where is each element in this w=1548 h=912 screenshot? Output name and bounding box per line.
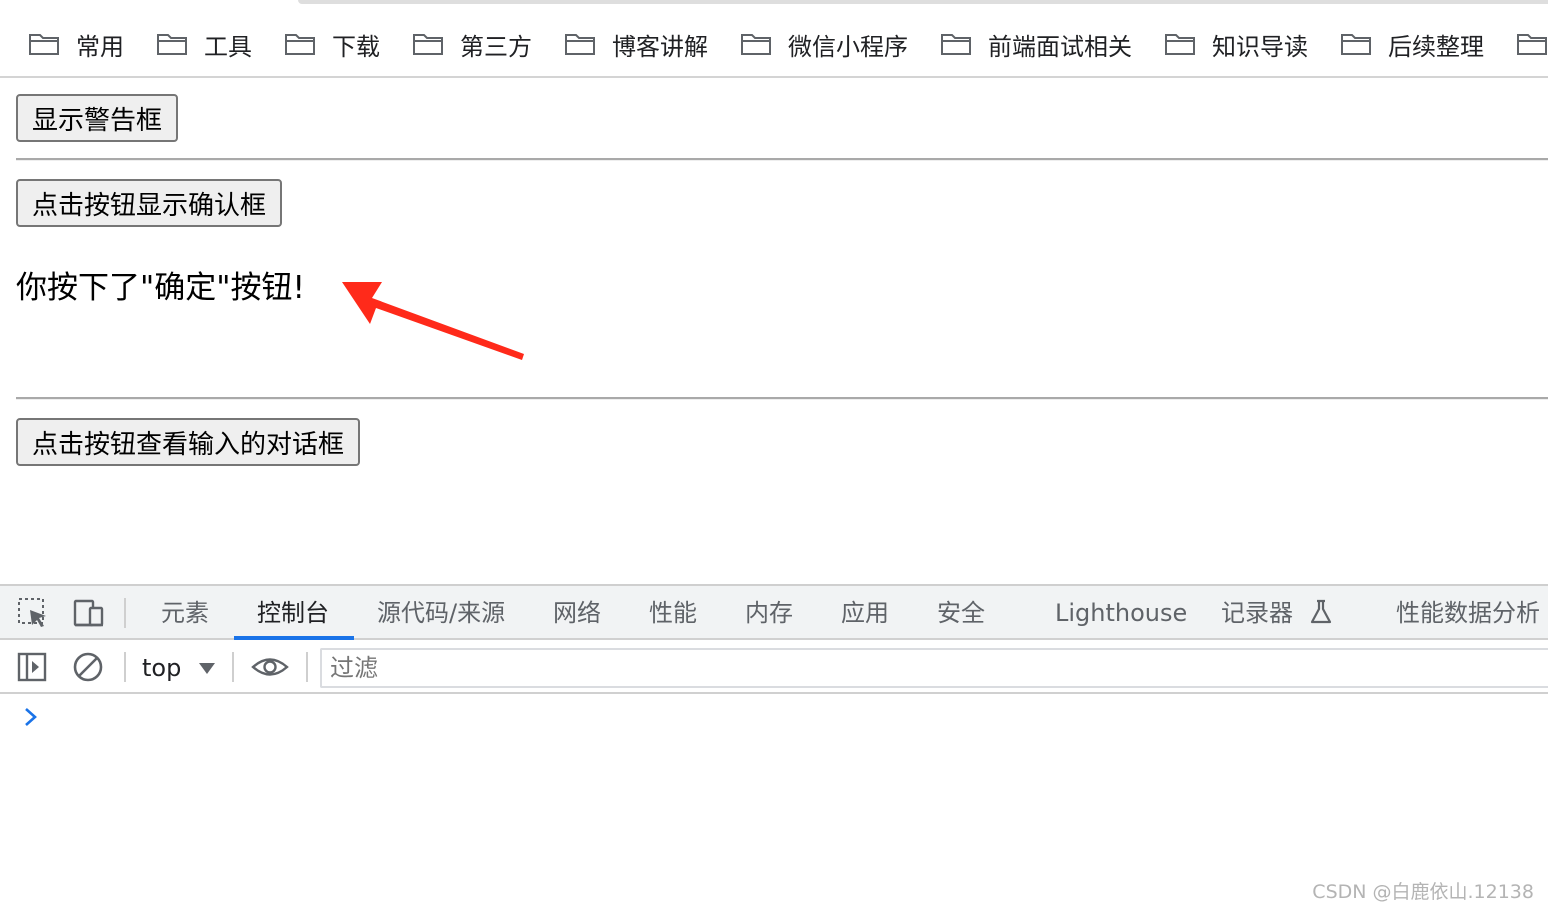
bookmarks-bar: 常用 工具 下载 第三方 博客讲解 微信小程序 前端面试相关 知识导读 后续整理 [0,0,1548,78]
bookmark-folder-overflow[interactable] [1516,26,1548,62]
devtools-panel: 元素 控制台 源代码/来源 网络 性能 内存 应用 安全 Lighthouse … [0,584,1548,912]
annotation-arrow-icon [342,282,524,360]
devtools-tab-bar: 元素 控制台 源代码/来源 网络 性能 内存 应用 安全 Lighthouse … [0,586,1548,640]
folder-icon [1516,32,1548,56]
bookmark-folder-tools[interactable]: 工具 [156,26,252,62]
watermark: CSDN @白鹿依山.12138 [1312,881,1534,903]
show-confirm-button[interactable]: 点击按钮显示确认框 [16,179,283,227]
tab-sources[interactable]: 源代码/来源 [377,586,505,640]
bookmark-label: 博客讲解 [612,32,708,61]
bookmark-label: 后续整理 [1388,32,1484,61]
sidebar-toggle-icon[interactable] [16,650,50,684]
bookmark-label: 工具 [204,32,252,61]
bookmark-folder-blog[interactable]: 博客讲解 [564,26,708,62]
prompt-chevron-icon[interactable] [22,706,40,728]
toolbar-separator [124,652,126,682]
show-prompt-button[interactable]: 点击按钮查看输入的对话框 [16,418,361,466]
show-alert-button[interactable]: 显示警告框 [16,94,179,142]
tab-performance-insights[interactable]: 性能数据分析 [1396,586,1540,640]
toolbar-separator [232,652,234,682]
browser-window: 常用 工具 下载 第三方 博客讲解 微信小程序 前端面试相关 知识导读 后续整理… [0,0,1548,912]
console-filter-input[interactable] [320,648,1548,688]
divider [16,397,1548,400]
toolbar-separator [306,652,308,682]
bookmark-folder-todo[interactable]: 后续整理 [1340,26,1484,62]
toolbar-separator [124,598,126,628]
folder-icon [284,32,316,56]
eye-icon[interactable] [250,650,290,684]
tab-security[interactable]: 安全 [937,586,985,640]
context-selector[interactable]: top [142,650,216,686]
bookmark-label: 常用 [76,32,124,61]
inspect-element-icon[interactable] [16,596,50,630]
divider [16,158,1548,161]
bookmark-folder-downloads[interactable]: 下载 [284,26,380,62]
bookmark-label: 前端面试相关 [988,32,1132,61]
tab-memory[interactable]: 内存 [745,586,793,640]
folder-icon [412,32,444,56]
tab-performance[interactable]: 性能 [649,586,697,640]
bookmark-folder-third-party[interactable]: 第三方 [412,26,532,62]
console-toolbar: top [0,642,1548,694]
folder-icon [156,32,188,56]
folder-icon [1340,32,1372,56]
flask-icon [1310,599,1331,624]
device-toolbar-icon[interactable] [72,596,106,630]
confirm-result-text: 你按下了"确定"按钮! [16,270,305,306]
folder-icon [740,32,772,56]
bookmark-label: 知识导读 [1212,32,1308,61]
context-label: top [142,654,182,682]
folder-icon [1164,32,1196,56]
bookmark-folder-interview[interactable]: 前端面试相关 [940,26,1132,62]
tab-recorder[interactable]: 记录器 [1221,586,1333,640]
folder-icon [28,32,60,56]
folder-icon [940,32,972,56]
tab-strip-edge [298,0,1548,4]
tab-application[interactable]: 应用 [841,586,889,640]
tab-lighthouse[interactable]: Lighthouse [1055,586,1187,640]
tab-network[interactable]: 网络 [553,586,601,640]
tab-console[interactable]: 控制台 [257,586,329,640]
bookmark-label: 微信小程序 [788,32,908,61]
tab-elements[interactable]: 元素 [161,586,209,640]
folder-icon [564,32,596,56]
clear-console-icon[interactable] [72,650,106,684]
chevron-down-icon [199,662,216,674]
tab-recorder-label: 记录器 [1221,599,1293,627]
bookmark-label: 下载 [332,32,380,61]
bookmark-folder-knowledge[interactable]: 知识导读 [1164,26,1308,62]
active-tab-indicator [234,636,354,640]
bookmark-label: 第三方 [460,32,532,61]
bookmark-folder-common[interactable]: 常用 [28,26,124,62]
bookmark-folder-miniprogram[interactable]: 微信小程序 [740,26,908,62]
